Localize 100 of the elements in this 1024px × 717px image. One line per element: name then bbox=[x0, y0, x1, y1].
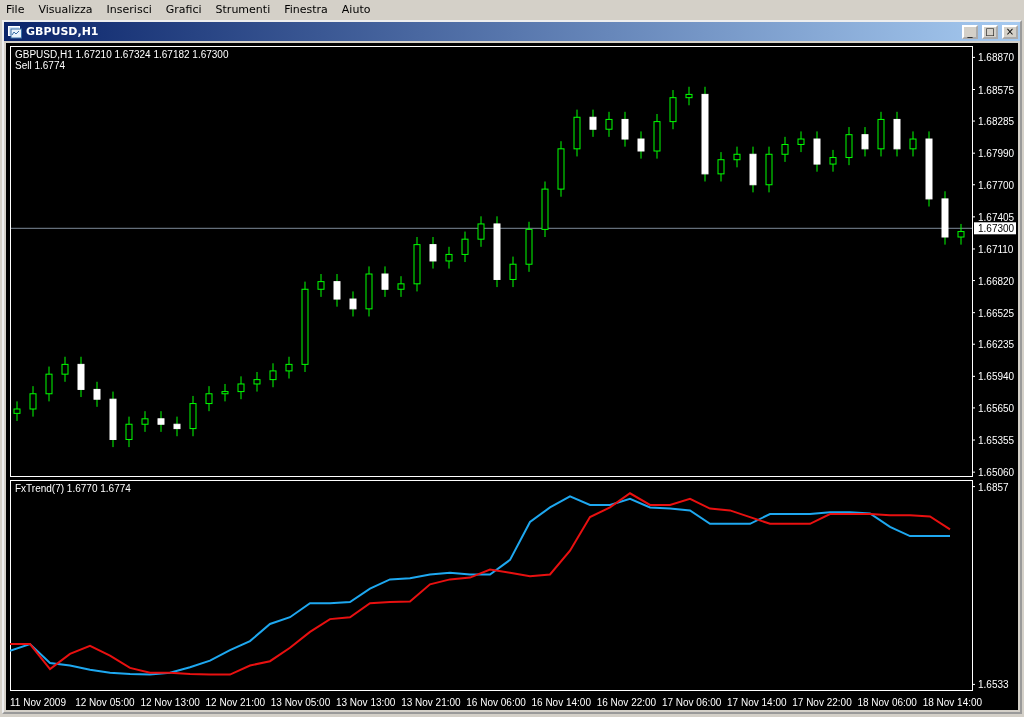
candlestick bbox=[829, 149, 837, 173]
time-axis-label: 16 Nov 14:00 bbox=[531, 696, 592, 708]
candlestick bbox=[237, 375, 245, 400]
menu-item[interactable]: Finestra bbox=[282, 3, 336, 16]
candlestick bbox=[253, 371, 261, 393]
candlestick bbox=[285, 356, 293, 380]
time-axis-label: 18 Nov 06:00 bbox=[857, 696, 918, 708]
candlestick bbox=[861, 126, 869, 157]
time-axis-label: 13 Nov 21:00 bbox=[401, 696, 462, 708]
time-axis-label: 13 Nov 05:00 bbox=[270, 696, 332, 708]
indicator-axis-label: 1.6533 bbox=[978, 679, 1009, 691]
minimize-button[interactable]: _ bbox=[962, 24, 978, 39]
menu-item[interactable]: Visualizza bbox=[36, 3, 101, 16]
menu-item[interactable]: File bbox=[4, 3, 33, 16]
menu-item[interactable]: Strumenti bbox=[213, 3, 279, 16]
price-axis-label: 1.65060 bbox=[978, 467, 1015, 478]
time-axis-label: 16 Nov 06:00 bbox=[466, 696, 527, 708]
price-axis-label: 1.68285 bbox=[978, 116, 1015, 128]
candlestick bbox=[557, 140, 565, 198]
indicator-axis-label: 1.6857 bbox=[978, 481, 1009, 493]
ref-line-label: 1.67300 bbox=[978, 223, 1015, 235]
candlestick bbox=[781, 136, 789, 163]
candlestick bbox=[941, 190, 949, 246]
candlestick bbox=[365, 265, 373, 317]
candlestick bbox=[13, 400, 21, 422]
candlestick bbox=[509, 256, 517, 288]
price-axis-label: 1.67990 bbox=[978, 148, 1015, 160]
time-axis-label: 13 Nov 13:00 bbox=[335, 696, 397, 708]
maximize-button[interactable]: □ bbox=[982, 24, 998, 39]
candlestick bbox=[29, 385, 37, 418]
candlestick bbox=[541, 181, 549, 238]
menu-item[interactable]: Inserisci bbox=[104, 3, 160, 16]
candlestick bbox=[653, 113, 661, 160]
candlestick bbox=[221, 383, 229, 402]
time-axis-label: 17 Nov 06:00 bbox=[661, 696, 723, 708]
candlestick bbox=[333, 273, 341, 308]
candlestick bbox=[605, 111, 613, 138]
candlestick bbox=[125, 416, 133, 448]
candlestick bbox=[845, 126, 853, 166]
candlestick bbox=[429, 236, 437, 270]
price-axis-label: 1.67700 bbox=[978, 179, 1015, 191]
candlestick bbox=[45, 366, 53, 402]
candlestick bbox=[461, 231, 469, 263]
time-axis-label: 12 Nov 21:00 bbox=[205, 696, 267, 708]
candlestick bbox=[573, 109, 581, 157]
candlestick bbox=[173, 416, 181, 437]
time-axis-label: 12 Nov 13:00 bbox=[140, 696, 201, 708]
candlestick bbox=[445, 246, 453, 270]
candlestick bbox=[381, 265, 389, 298]
candlestick bbox=[957, 223, 965, 246]
menu-item[interactable]: Grafici bbox=[163, 3, 210, 16]
candlestick bbox=[765, 146, 773, 193]
time-axis-label: 17 Nov 22:00 bbox=[792, 696, 853, 708]
chart-header: GBPUSD,H1 1.67210 1.67324 1.67182 1.67300 bbox=[15, 49, 229, 60]
candlestick bbox=[909, 130, 917, 157]
candlestick bbox=[397, 275, 405, 298]
candlestick bbox=[141, 410, 149, 433]
candlestick bbox=[669, 89, 677, 130]
candlestick bbox=[413, 236, 421, 292]
sell-price: Sell 1.6774 bbox=[15, 60, 66, 71]
candlestick bbox=[749, 146, 757, 193]
candlestick bbox=[637, 130, 645, 160]
time-axis-label: 18 Nov 14:00 bbox=[922, 696, 984, 708]
window-title: GBPUSD,H1 bbox=[26, 25, 99, 38]
candlestick bbox=[733, 146, 741, 168]
candlestick bbox=[157, 410, 165, 433]
candlestick bbox=[477, 215, 485, 248]
candlestick bbox=[93, 381, 101, 408]
price-axis-label: 1.66525 bbox=[978, 307, 1015, 319]
candlestick bbox=[717, 151, 725, 182]
candlestick bbox=[189, 395, 197, 437]
time-axis-label: 11 Nov 2009 bbox=[10, 696, 67, 708]
time-axis-label: 17 Nov 14:00 bbox=[727, 696, 788, 708]
candlestick bbox=[589, 109, 597, 138]
candlestick bbox=[317, 273, 325, 298]
menu-item[interactable]: Aiuto bbox=[339, 3, 379, 16]
current-price-tag: 1.67300 bbox=[974, 222, 1016, 235]
price-axis-label: 1.68575 bbox=[978, 84, 1015, 96]
candlestick bbox=[525, 221, 533, 273]
price-axis-label: 1.65650 bbox=[978, 402, 1015, 414]
candlestick bbox=[269, 362, 277, 388]
candlestick bbox=[813, 130, 821, 173]
candlestick bbox=[621, 111, 629, 148]
indicator-header: FxTrend(7) 1.6770 1.6774 bbox=[15, 483, 131, 494]
candlestick bbox=[685, 86, 693, 106]
price-axis-label: 1.65940 bbox=[978, 371, 1015, 383]
candlestick bbox=[893, 111, 901, 157]
chart-window-icon bbox=[8, 24, 22, 39]
price-axis-label: 1.68870 bbox=[978, 52, 1015, 64]
candlestick bbox=[349, 290, 357, 317]
candlestick bbox=[877, 111, 885, 157]
time-axis-label: 16 Nov 22:00 bbox=[596, 696, 658, 708]
price-axis-label: 1.67110 bbox=[978, 244, 1014, 255]
candlestick bbox=[797, 130, 805, 153]
price-axis-label: 1.66820 bbox=[978, 275, 1015, 287]
candlestick bbox=[61, 356, 69, 383]
close-button[interactable]: × bbox=[1002, 24, 1018, 39]
price-axis-label: 1.67405 bbox=[978, 211, 1015, 223]
time-axis-label: 12 Nov 05:00 bbox=[75, 696, 136, 708]
candlestick bbox=[205, 385, 213, 412]
